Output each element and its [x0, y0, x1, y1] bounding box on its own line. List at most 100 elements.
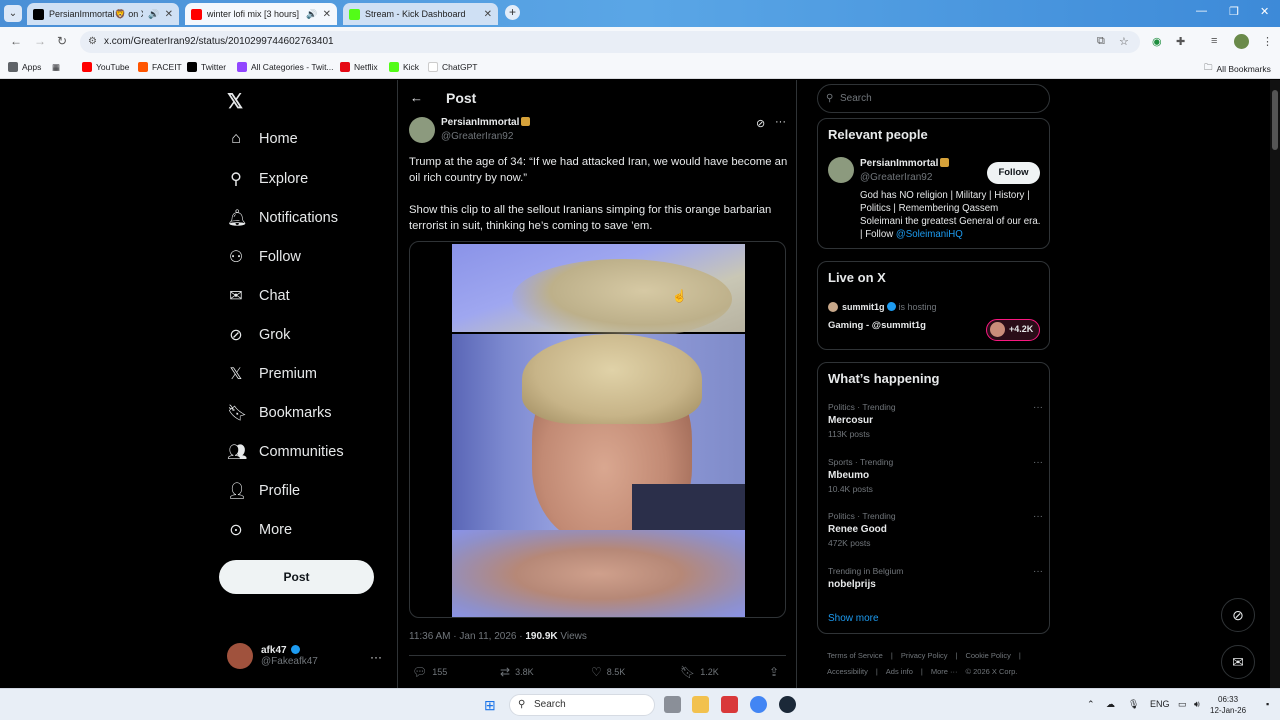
install-icon[interactable]: ⧉: [1097, 35, 1105, 48]
footer-link[interactable]: Cookie Policy: [965, 651, 1010, 660]
steam-icon[interactable]: [779, 696, 796, 713]
trend-item[interactable]: Politics · Trending Mercosur 113K posts ···: [828, 402, 1043, 439]
bio-link[interactable]: @SoleimaniHQ: [896, 229, 963, 240]
maximize-icon[interactable]: ❐: [1229, 5, 1239, 18]
live-host[interactable]: summit1g is hosting: [842, 302, 937, 312]
notifications-icon[interactable]: ▪: [1266, 699, 1269, 709]
close-tab-icon[interactable]: ✕: [323, 9, 331, 20]
minimize-icon[interactable]: —: [1196, 5, 1207, 17]
author-handle[interactable]: @GreaterIran92: [441, 131, 513, 142]
menu-icon[interactable]: ⋮: [1262, 35, 1273, 48]
tray-overflow-icon[interactable]: ⌃: [1087, 699, 1095, 710]
clock[interactable]: 06:33 12-Jan-26: [1210, 694, 1246, 716]
star-icon[interactable]: ☆: [1119, 35, 1129, 48]
speaker-icon[interactable]: 🔊: [148, 9, 159, 20]
author-avatar[interactable]: [409, 117, 435, 143]
footer-link[interactable]: Ads info: [886, 667, 913, 676]
volume-icon[interactable]: 🔊︎: [1194, 699, 1200, 710]
task-view-icon[interactable]: [664, 696, 681, 713]
site-info-icon[interactable]: ⚙: [88, 31, 97, 53]
footer-link[interactable]: Terms of Service: [827, 651, 883, 660]
trend-more-icon[interactable]: ···: [1033, 402, 1043, 413]
share-button[interactable]: ⇪: [769, 665, 779, 679]
trend-more-icon[interactable]: ···: [1033, 511, 1043, 522]
post-button[interactable]: Post: [219, 560, 374, 594]
search-input[interactable]: ⚲ Search: [817, 84, 1050, 113]
speaker-icon[interactable]: 🔊: [306, 9, 317, 20]
grok-explain-icon[interactable]: ⊘: [756, 117, 765, 130]
extension-grammarly-icon[interactable]: ◉: [1152, 35, 1162, 48]
trend-item[interactable]: Sports · Trending Mbeumo 10.4K posts ···: [828, 457, 1043, 494]
messages-fab-icon[interactable]: ✉: [1221, 645, 1255, 679]
chrome-icon[interactable]: [750, 696, 767, 713]
nav-chat[interactable]: ✉ Chat: [227, 286, 289, 306]
nav-grok[interactable]: ⊘ Grok: [227, 325, 290, 345]
reply-button[interactable]: 💬︎ 155: [412, 665, 447, 679]
extensions-icon[interactable]: ✚: [1176, 35, 1185, 48]
back-icon[interactable]: ←: [10, 34, 22, 48]
footer-link[interactable]: Accessibility: [827, 667, 868, 676]
profile-avatar[interactable]: [1234, 34, 1249, 49]
microphone-icon[interactable]: 🎙︎: [1128, 699, 1139, 710]
footer-link[interactable]: Privacy Policy: [901, 651, 948, 660]
scrollbar[interactable]: [1270, 80, 1280, 688]
nav-follow[interactable]: ⚇ Follow: [227, 247, 301, 267]
like-button[interactable]: ♡ 8.5K: [591, 665, 625, 679]
nav-notifications[interactable]: 🔔︎ Notifications: [227, 208, 338, 228]
bookmark-twitter[interactable]: Twitter: [187, 62, 226, 72]
nav-more[interactable]: ⊙ More: [227, 520, 292, 540]
tab-x-post[interactable]: PersianImmortal🦁 on X: "Tr 🔊 ✕: [27, 3, 179, 25]
repost-button[interactable]: ⇄ 3.8K: [500, 665, 534, 679]
video-player[interactable]: ☝: [409, 241, 786, 618]
live-listeners-pill[interactable]: +4.2K: [986, 319, 1040, 341]
url-bar[interactable]: ⚙ x.com/GreaterIran92/status/20102997446…: [80, 31, 1140, 53]
bookmark-twitch[interactable]: All Categories - Twit...: [237, 62, 334, 72]
trend-more-icon[interactable]: ···: [1033, 566, 1043, 577]
taskbar-search[interactable]: ⚲ Search: [509, 694, 655, 716]
app-icon[interactable]: [721, 696, 738, 713]
reading-list-icon[interactable]: ≡: [1211, 35, 1217, 47]
all-bookmarks[interactable]: 🗀 All Bookmarks: [1204, 62, 1271, 76]
grok-fab-icon[interactable]: ⊘: [1221, 598, 1255, 632]
back-arrow-icon[interactable]: ←: [410, 90, 423, 105]
bookmark-chatgpt[interactable]: ChatGPT: [428, 62, 477, 72]
new-tab-button[interactable]: +: [505, 5, 520, 20]
bookmark-faceit[interactable]: FACEIT: [138, 62, 182, 72]
avatar[interactable]: [828, 157, 854, 183]
bookmark-netflix[interactable]: Netflix: [340, 62, 378, 72]
person-handle[interactable]: @GreaterIran92: [860, 172, 932, 183]
tab-youtube[interactable]: winter lofi mix [3 hours] ❄️ 🔊 ✕: [185, 3, 337, 25]
nav-profile[interactable]: 👤︎ Profile: [227, 481, 300, 501]
language-indicator[interactable]: ENG: [1150, 699, 1170, 709]
close-tab-icon[interactable]: ✕: [165, 9, 173, 20]
post-more-icon[interactable]: ···: [775, 116, 786, 128]
windows-start-icon[interactable]: ⊞: [484, 697, 496, 714]
trend-more-icon[interactable]: ···: [1033, 457, 1043, 468]
account-switcher[interactable]: afk47 @Fakeafk47: [227, 643, 318, 669]
account-more-icon[interactable]: ···: [370, 650, 382, 664]
bookmark-youtube[interactable]: YouTube: [82, 62, 129, 72]
scrollbar-thumb[interactable]: [1272, 90, 1278, 150]
nav-bookmarks[interactable]: 🔖︎ Bookmarks: [227, 403, 332, 423]
bookmark-button[interactable]: 🔖︎ 1.2K: [680, 665, 719, 679]
nav-explore[interactable]: ⚲ Explore: [227, 169, 308, 189]
nav-home[interactable]: ⌂ Home: [227, 130, 298, 148]
nav-communities[interactable]: 👥︎ Communities: [227, 442, 344, 462]
post-timestamp[interactable]: 11:36 AM · Jan 11, 2026 ·: [409, 631, 525, 642]
footer-link[interactable]: More ···: [931, 667, 958, 676]
trend-item[interactable]: Politics · Trending Renee Good 472K posts ·…: [828, 511, 1043, 548]
file-explorer-icon[interactable]: [692, 696, 709, 713]
close-window-icon[interactable]: ✕: [1260, 5, 1269, 18]
live-title[interactable]: Gaming - @summit1g: [828, 320, 926, 331]
reload-icon[interactable]: ↻: [57, 34, 67, 48]
bookmark-apps[interactable]: Apps: [8, 62, 41, 72]
network-icon[interactable]: ▭: [1178, 699, 1187, 710]
tab-kick[interactable]: Stream - Kick Dashboard ✕: [343, 3, 498, 25]
author-name-link[interactable]: PersianImmortal: [441, 117, 531, 128]
x-logo-icon[interactable]: 𝕏: [227, 89, 243, 114]
tab-search-button[interactable]: ⌄: [4, 5, 22, 22]
tray-app-icon[interactable]: ☁: [1106, 699, 1115, 710]
close-tab-icon[interactable]: ✕: [484, 9, 492, 20]
follow-button[interactable]: Follow: [987, 162, 1040, 184]
person-name-link[interactable]: PersianImmortal: [860, 158, 950, 169]
